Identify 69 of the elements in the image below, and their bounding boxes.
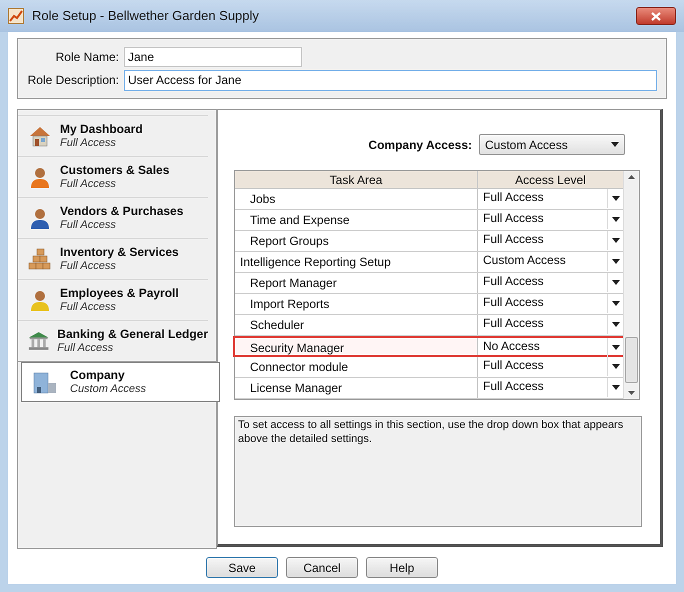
- table-row[interactable]: Jobs Full Access: [235, 189, 623, 210]
- scroll-thumb[interactable]: [625, 337, 638, 383]
- caret-icon: [612, 385, 620, 390]
- item-access: Full Access: [60, 218, 117, 232]
- table-row[interactable]: Intelligence Reporting Setup Custom Access: [235, 252, 623, 273]
- bank-icon: [28, 329, 50, 353]
- role-name-label: Role Name:: [54, 48, 119, 66]
- caret-icon: [612, 196, 620, 201]
- caret-icon: [612, 345, 620, 350]
- caret-icon: [612, 322, 620, 327]
- dialog-button[interactable]: Save: [206, 557, 278, 578]
- item-access: Full Access: [60, 300, 117, 314]
- column-header: Access Level: [514, 172, 587, 188]
- item-title: My Dashboard: [60, 122, 143, 136]
- person-icon: [28, 288, 52, 312]
- caret-icon: [612, 301, 620, 306]
- item-access: Full Access: [60, 177, 117, 191]
- table-row[interactable]: Report Groups Full Access: [235, 231, 623, 252]
- chart-icon: [8, 8, 24, 24]
- item-access: Full Access: [57, 341, 114, 355]
- table-row[interactable]: License Manager Full Access: [235, 378, 623, 399]
- scroll-up-icon: [628, 175, 635, 179]
- caret-icon: [612, 280, 620, 285]
- role-name-field[interactable]: Jane: [124, 46, 302, 66]
- role-description-label: Role Description:: [26, 72, 119, 89]
- dialog-button[interactable]: Help: [366, 557, 438, 578]
- person-icon: [28, 165, 52, 189]
- role-description-field[interactable]: User Access for Jane: [124, 70, 657, 90]
- sidebar-item[interactable]: Customers & Sales Full Access: [18, 156, 208, 197]
- building-icon: [32, 370, 58, 394]
- window-title: Role Setup - Bellwether Garden Supply: [32, 7, 259, 26]
- house-icon: [28, 124, 52, 148]
- table-row[interactable]: Report Manager Full Access: [235, 273, 623, 294]
- caret-icon: [612, 238, 620, 243]
- item-title: Company: [70, 368, 126, 382]
- company-access-label: Company Access:: [368, 136, 472, 154]
- caret-icon: [612, 259, 620, 264]
- help-text: To set access to all settings in this section, use the drop down box that appears above the detailed settings.: [238, 418, 624, 446]
- table-row[interactable]: Time and Expense Full Access: [235, 210, 623, 231]
- item-title: Vendors & Purchases: [60, 204, 184, 218]
- company-access-dropdown[interactable]: Custom Access: [479, 134, 625, 155]
- caret-icon: [612, 364, 620, 369]
- access-dropdown[interactable]: No Access: [478, 338, 623, 355]
- dialog-button[interactable]: Cancel: [286, 557, 358, 578]
- table-row[interactable]: Import Reports Full Access: [235, 294, 623, 315]
- table-row[interactable]: Security Manager No Access: [233, 336, 625, 357]
- item-access: Full Access: [60, 136, 117, 150]
- item-title: Customers & Sales: [60, 163, 170, 177]
- scrollbar[interactable]: [623, 171, 639, 399]
- table-row[interactable]: Connector module Full Access: [235, 357, 623, 378]
- sidebar-item[interactable]: Banking & General Ledger Full Access: [18, 320, 208, 361]
- person-icon: [28, 206, 52, 230]
- caret-icon: [612, 217, 620, 222]
- sidebar-item[interactable]: My Dashboard Full Access: [18, 115, 208, 156]
- close-icon: [651, 12, 661, 20]
- sidebar-item[interactable]: Vendors & Purchases Full Access: [18, 197, 208, 238]
- scroll-down-icon: [628, 391, 635, 395]
- item-access: Full Access: [60, 259, 117, 273]
- close-button[interactable]: [636, 7, 676, 25]
- item-access: Custom Access: [70, 382, 146, 396]
- boxes-icon: [28, 247, 52, 271]
- item-title: Banking & General Ledger: [57, 327, 208, 341]
- sidebar-item[interactable]: Employees & Payroll Full Access: [18, 279, 208, 320]
- sidebar-item[interactable]: Company Custom Access: [21, 362, 220, 402]
- sidebar-item[interactable]: Inventory & Services Full Access: [18, 238, 208, 279]
- column-header: Task Area: [235, 171, 478, 188]
- item-title: Employees & Payroll: [60, 286, 179, 300]
- caret-icon: [611, 142, 619, 147]
- item-title: Inventory & Services: [60, 245, 179, 259]
